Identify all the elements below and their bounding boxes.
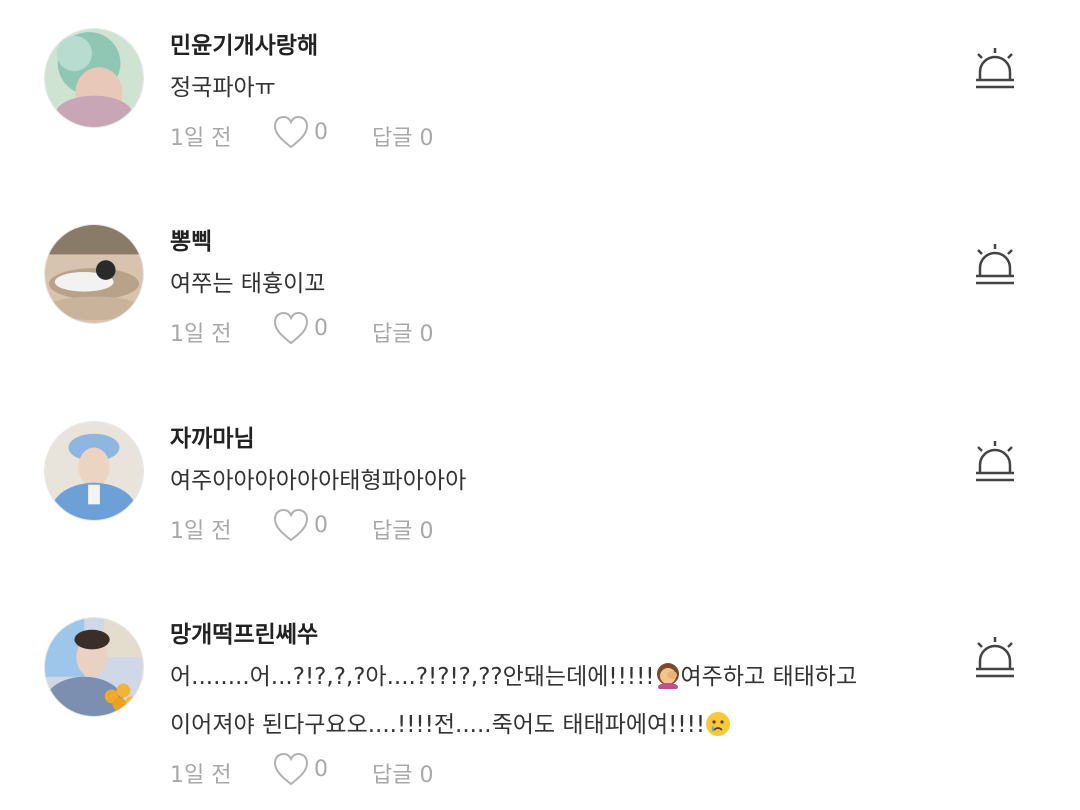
heart-outline-icon[interactable] [272, 507, 310, 543]
reply-button[interactable]: 답글 0 [372, 120, 433, 152]
like-count: 0 [314, 513, 328, 538]
heart-outline-icon[interactable] [272, 751, 310, 787]
comment-text: 여주아아아아아아태형파아아아 [170, 468, 467, 494]
facepalm-emoji [656, 663, 679, 689]
comment-username[interactable]: 망개떡프린쎄쑤 [170, 615, 318, 649]
comment-text: 이어져야 된다구요오....!!!!전.....죽어도 태태파에여!!!! [170, 705, 731, 739]
avatar[interactable] [44, 421, 144, 521]
comment-text-part: 여주하고 태태하고 [680, 664, 858, 690]
comment-username[interactable]: 자까마님 [170, 419, 255, 453]
reply-button[interactable]: 답글 0 [372, 316, 433, 348]
siren-icon[interactable] [972, 242, 1018, 288]
siren-icon[interactable] [972, 439, 1018, 485]
siren-icon[interactable] [972, 635, 1018, 681]
avatar[interactable] [44, 617, 144, 717]
reply-button[interactable]: 답글 0 [372, 513, 433, 545]
timestamp: 1일 전 [170, 126, 232, 151]
avatar[interactable] [44, 28, 144, 128]
comment-text: 여쭈는 태흉이꼬 [170, 271, 326, 297]
timestamp: 1일 전 [170, 322, 232, 347]
avatar[interactable] [44, 224, 144, 324]
like-count: 0 [314, 316, 328, 341]
heart-outline-icon[interactable] [272, 310, 310, 346]
crying-face-emoji [706, 712, 731, 736]
comment-text-part: 이어져야 된다구요오....!!!!전.....죽어도 태태파에여!!!! [170, 712, 706, 738]
siren-icon[interactable] [972, 46, 1018, 92]
heart-outline-icon[interactable] [272, 114, 310, 150]
timestamp: 1일 전 [170, 519, 232, 544]
comment-text: 어........어...?!?,?,?아....?!?!?,??안돼는데에!!… [170, 657, 857, 691]
like-count: 0 [314, 120, 328, 145]
reply-button[interactable]: 답글 0 [372, 757, 433, 789]
comment-text: 정국파아ㅠ [170, 75, 276, 101]
comment-text-part: 어........어...?!?,?,?아....?!?!?,??안돼는데에!!… [170, 664, 655, 690]
timestamp: 1일 전 [170, 763, 232, 788]
comment-username[interactable]: 뽕삑 [170, 222, 212, 256]
comment-username[interactable]: 민윤기개사랑해 [170, 26, 318, 60]
like-count: 0 [314, 757, 328, 782]
